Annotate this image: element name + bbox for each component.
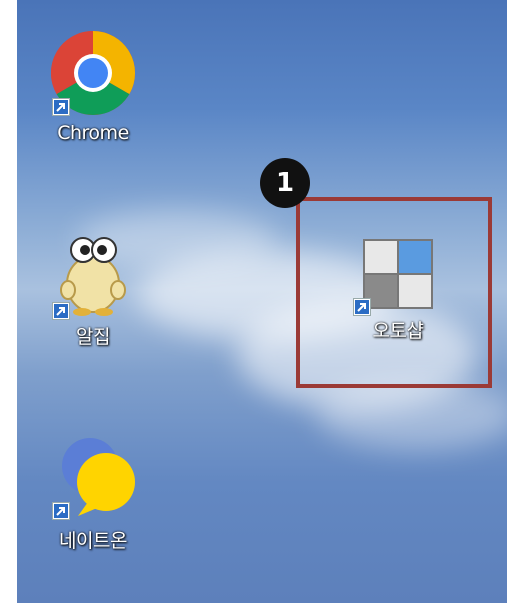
desktop-icon-alzip[interactable]: 알집 [38,228,148,349]
shortcut-arrow-icon [52,98,70,116]
icon-label: 네이트온 [59,530,127,552]
desktop-icon-nateon[interactable]: 네이트온 [38,432,148,553]
icon-label: 알집 [76,326,110,348]
icon-label: Chrome [57,122,129,144]
highlight-box [296,197,492,388]
step-number-badge: 1 [260,158,310,208]
desktop-icon-chrome[interactable]: Chrome [38,28,148,144]
shortcut-arrow-icon [52,502,70,520]
shortcut-arrow-icon [52,302,70,320]
